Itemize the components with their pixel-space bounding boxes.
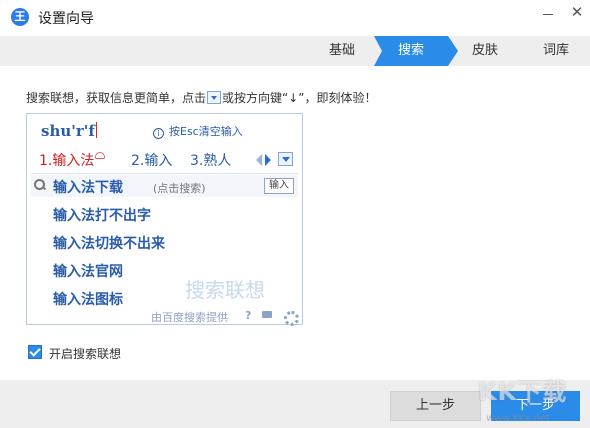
intro-text-after: 或按方向键“↓”，即刻体验！ — [222, 91, 377, 105]
preview-watermark: 搜索联想 — [185, 278, 265, 302]
search-suggestion-row[interactable]: 输入法下载 (点击搜索) 输入 — [31, 175, 298, 197]
esc-hint: i 按Esc清空输入 — [153, 123, 243, 139]
enable-search-suggest-checkbox[interactable] — [28, 345, 42, 359]
cloud-icon — [95, 152, 106, 159]
intro-text-before: 搜索联想，获取信息更简单，点击 — [26, 91, 207, 105]
suggestion-item[interactable]: 输入法打不出字 — [53, 205, 151, 225]
close-icon[interactable]: ✕ — [569, 4, 585, 20]
enable-search-suggest-label[interactable]: 开启搜索联想 — [49, 345, 121, 362]
site-watermark-logo: KK下载 — [478, 378, 568, 406]
divider — [31, 173, 298, 174]
candidate-row: 1.输入法 2.输入 3.熟人 — [39, 148, 297, 172]
ime-preview-panel: shu'r'f i 按Esc清空输入 1.输入法 2.输入 3.熟人 输入法下载 … — [26, 113, 303, 326]
provider-text: 由百度搜索提供 — [151, 311, 228, 324]
pinyin-input: shu'r'f — [41, 122, 97, 140]
search-tag: (点击搜索) — [153, 182, 206, 195]
dropdown-arrow-icon — [207, 91, 222, 104]
help-icon[interactable]: ? — [245, 309, 251, 322]
candidate-1-label: 1.输入法 — [39, 153, 95, 169]
text-caret — [95, 122, 97, 138]
next-page-icon[interactable] — [265, 154, 271, 166]
suggestion-item[interactable]: 输入法图标 — [53, 289, 123, 309]
app-logo-icon: 王 — [11, 8, 29, 26]
info-icon: i — [153, 128, 164, 139]
candidate-3[interactable]: 3.熟人 — [190, 150, 231, 170]
gear-icon[interactable] — [283, 310, 299, 326]
title-bar: 王 设置向导 ✕ — [0, 0, 590, 34]
pinyin-text: shu'r'f — [41, 122, 95, 140]
step-basic[interactable]: 基础 — [310, 36, 374, 66]
prev-button[interactable]: 上一步 — [390, 391, 481, 421]
suggestion-item[interactable]: 输入法切换不出来 — [53, 233, 165, 253]
expand-candidates-icon[interactable] — [278, 152, 293, 166]
esc-hint-text: 按Esc清空输入 — [169, 125, 243, 138]
prev-page-icon[interactable] — [256, 154, 262, 166]
step-skin[interactable]: 皮肤 — [458, 36, 512, 66]
search-term: 输入法下载 — [53, 180, 123, 196]
window-title: 设置向导 — [38, 11, 94, 27]
app-logo-glyph: 王 — [14, 11, 26, 23]
candidate-2[interactable]: 2.输入 — [131, 150, 172, 170]
minimize-icon[interactable] — [540, 6, 556, 22]
step-arrow-in — [374, 36, 382, 66]
candidate-1[interactable]: 1.输入法 — [39, 150, 106, 170]
step-bar: 基础 搜索 皮肤 词库 — [0, 36, 590, 66]
chat-icon[interactable] — [262, 310, 273, 321]
search-icon — [34, 179, 46, 191]
suggestion-item[interactable]: 输入法官网 — [53, 261, 123, 281]
step-search[interactable]: 搜索 — [374, 36, 448, 66]
site-watermark-url: www.kkx.net — [486, 413, 550, 424]
enter-button[interactable]: 输入 — [264, 178, 294, 194]
intro-text: 搜索联想，获取信息更简单，点击 或按方向键“↓”，即刻体验！ — [26, 89, 377, 106]
step-arrow-out — [448, 36, 458, 66]
step-dictionary[interactable]: 词库 — [528, 36, 584, 66]
